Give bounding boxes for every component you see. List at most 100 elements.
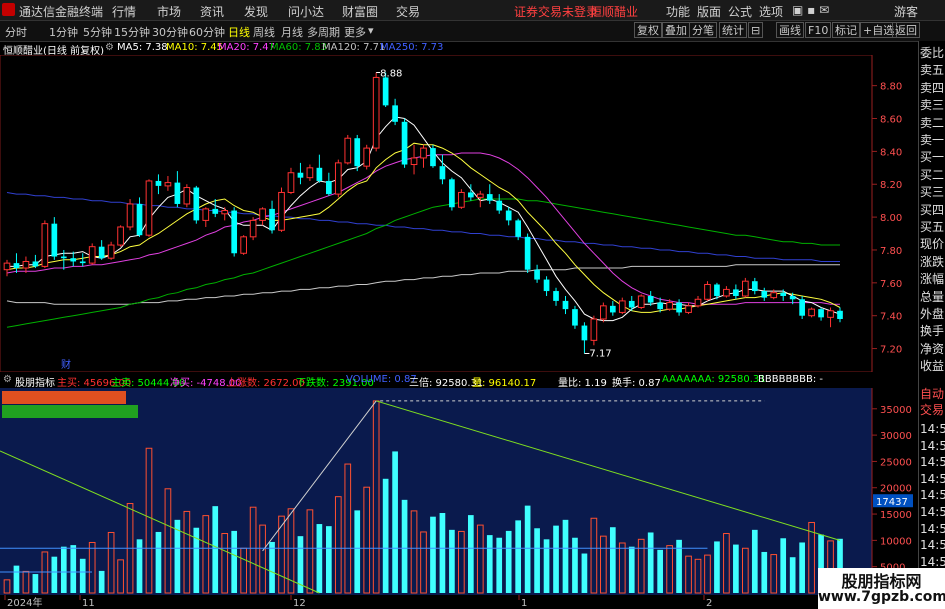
- side-item-8: 买三: [920, 185, 945, 200]
- side-item-18: 收益: [920, 359, 945, 374]
- side-item-22[interactable]: 14:56: [920, 439, 945, 453]
- tongji-button[interactable]: 统计: [719, 22, 747, 38]
- side-item-25[interactable]: 14:56: [920, 488, 945, 502]
- tab-60min[interactable]: 60分钟: [189, 24, 225, 40]
- volume-bar-56: [534, 528, 540, 593]
- indicator-stat-3: 上涨数: 2672.00: [227, 378, 305, 389]
- candle-5: [51, 223, 58, 257]
- low-price-label: 7.17: [589, 348, 611, 359]
- candle-25: [240, 236, 247, 254]
- candle-82: [780, 292, 787, 296]
- user-guest[interactable]: 游客: [894, 3, 918, 20]
- tab-week[interactable]: 周线: [253, 24, 275, 40]
- candlestick-chart[interactable]: 8.80 8.60 8.40 8.20 8.00 7.80 7.60 7.40 7.20 8.8…: [0, 55, 918, 372]
- indicator-gear-icon[interactable]: ⚙: [3, 374, 12, 385]
- candle-6: [60, 256, 67, 259]
- tab-multi-period[interactable]: 多周期: [307, 24, 340, 40]
- candle-18: [174, 182, 181, 204]
- side-item-3: 卖三: [920, 98, 945, 113]
- candle-8: [79, 261, 86, 264]
- tab-1min[interactable]: 1分钟: [49, 24, 78, 40]
- side-item-24[interactable]: 14:56: [920, 472, 945, 486]
- settings-gear-icon[interactable]: ⚙: [105, 42, 114, 53]
- candle-3: [32, 261, 39, 267]
- side-item-26[interactable]: 14:56: [920, 505, 945, 519]
- price-tick-label-1: 8.60: [880, 115, 902, 126]
- menu-item-zixun[interactable]: 资讯: [200, 3, 224, 20]
- candle-33: [316, 167, 323, 181]
- chevron-down-icon[interactable]: ▾: [368, 24, 374, 37]
- biaoji-button[interactable]: 标记: [832, 22, 860, 38]
- menu-item-jiaoyi[interactable]: 交易: [396, 3, 420, 20]
- price-tick-label-6: 7.60: [880, 279, 902, 290]
- side-item-20[interactable]: 交易: [920, 401, 945, 418]
- candles-group: [3, 72, 843, 354]
- tab-day[interactable]: 日线: [228, 24, 250, 40]
- indicator-name[interactable]: 股朋指标: [15, 374, 55, 389]
- candle-21: [202, 208, 210, 221]
- candle-19: [183, 187, 191, 205]
- tab-5min[interactable]: 5分钟: [83, 24, 112, 40]
- tools-icon[interactable]: ⊟: [748, 22, 764, 38]
- menu-item-xuanxiang[interactable]: 选项: [759, 3, 783, 20]
- vol-tick-label-4: 15000: [880, 510, 912, 521]
- menu-item-caifuquan[interactable]: 财富圈: [342, 3, 378, 20]
- f10-button[interactable]: F10: [805, 22, 832, 38]
- volume-bar-84: [799, 542, 805, 593]
- trade-login-notice[interactable]: 证券交易未登录: [514, 3, 598, 20]
- fuquan-button[interactable]: 复权: [634, 22, 662, 38]
- candle-76: [723, 288, 730, 297]
- finance-marker[interactable]: 财: [61, 358, 71, 371]
- tab-30min[interactable]: 30分钟: [152, 24, 188, 40]
- candle-44: [420, 147, 427, 159]
- volume-bar-37: [354, 510, 361, 593]
- diejia-button[interactable]: 叠加: [662, 22, 690, 38]
- window-icons[interactable]: ▣ ▪ ✉: [792, 3, 829, 17]
- menu-item-faxian[interactable]: 发现: [244, 3, 268, 20]
- candle-71: [676, 302, 682, 313]
- menu-item-banmian[interactable]: 版面: [697, 3, 721, 20]
- candle-47: [449, 179, 455, 208]
- candle-70: [666, 302, 673, 310]
- menu-bar: 通达信金融终端 行情 市场 资讯 发现 问小达 财富圈 交易 证券交易未登录 恒…: [0, 0, 945, 21]
- candle-79: [751, 281, 758, 292]
- volume-bar-83: [789, 557, 796, 593]
- side-item-28[interactable]: 14:56: [920, 538, 945, 552]
- side-item-21[interactable]: 14:56: [920, 422, 945, 436]
- side-item-23[interactable]: 14:56: [920, 455, 945, 469]
- ma120-label: MA120: 7.71: [322, 42, 386, 53]
- menu-item-shichang[interactable]: 市场: [157, 3, 181, 20]
- indicator-stat-10: AAAAAAA: 92580.31: [662, 374, 766, 385]
- volume-bar-77: [733, 544, 739, 593]
- indicator-header: 股朋指标 ⚙ 主买: 45696.00 主卖: 50444.00 净买: -4748.0…: [0, 372, 910, 389]
- indicator-stat-11: BBBBBBBB: -: [758, 374, 824, 385]
- volume-bar-66: [628, 546, 635, 593]
- side-item-27[interactable]: 14:56: [920, 522, 945, 536]
- candle-12: [117, 226, 124, 246]
- volume-bar-51: [486, 535, 493, 593]
- volume-bar-33: [316, 524, 323, 593]
- volume-bar-40: [382, 478, 389, 593]
- date-label-4: 2: [706, 598, 712, 609]
- price-tick-label-7: 7.40: [880, 312, 902, 323]
- side-item-29[interactable]: 14:56: [920, 555, 945, 569]
- candle-84: [799, 299, 805, 316]
- fenbi-button[interactable]: 分笔: [689, 22, 717, 38]
- candle-53: [505, 210, 512, 221]
- menu-item-gongneng[interactable]: 功能: [666, 3, 690, 20]
- tab-15min[interactable]: 15分钟: [114, 24, 150, 40]
- volume-chart[interactable]: 350003000025000200001500010000500017437 …: [0, 388, 918, 609]
- menu-item-wenxiaoda[interactable]: 问小达: [288, 3, 324, 20]
- back-button[interactable]: 返回: [892, 22, 920, 38]
- huaxian-button[interactable]: 画线: [776, 22, 804, 38]
- menu-item-hangqing[interactable]: 行情: [112, 3, 136, 20]
- candle-67: [637, 295, 645, 308]
- tab-more[interactable]: 更多: [344, 24, 366, 40]
- volume-bar-22: [212, 506, 219, 593]
- site-watermark: 股朋指标网 www.7gpzb.com: [818, 568, 945, 609]
- tab-month[interactable]: 月线: [281, 24, 303, 40]
- tab-fenshi[interactable]: 分时: [5, 24, 27, 40]
- side-item-19[interactable]: 自动: [920, 385, 945, 402]
- candle-46: [439, 166, 446, 180]
- menu-item-gongshi[interactable]: 公式: [728, 3, 752, 20]
